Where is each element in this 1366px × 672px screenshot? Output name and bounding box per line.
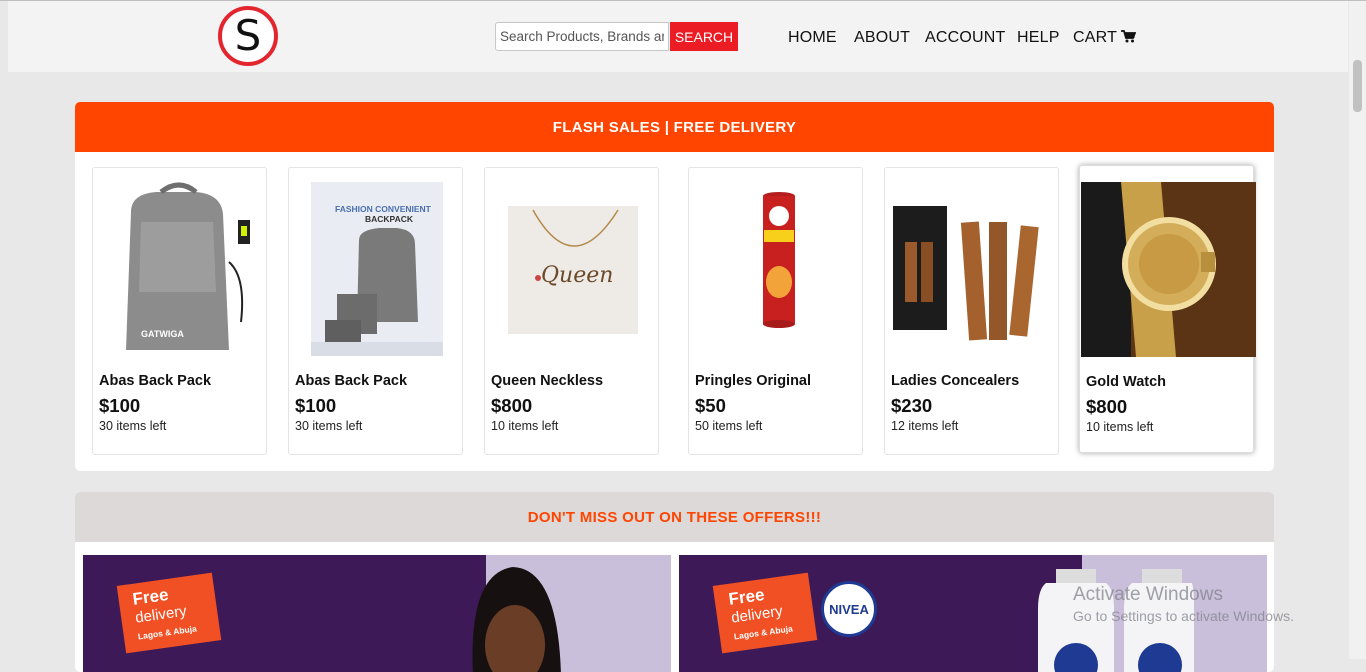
nav-cart-label: CART [1073,29,1118,46]
windows-activation-watermark: Activate Windows Go to Settings to activ… [1073,584,1294,624]
product-stock: 30 items left [99,419,167,433]
logo-letter: S [234,11,262,60]
nav-help[interactable]: HELP [1017,29,1060,47]
product-price: $50 [695,395,726,416]
nivea-logo: NIVEA [821,581,877,637]
svg-text:BACKPACK: BACKPACK [365,214,414,224]
product-stock: 12 items left [891,419,959,433]
watermark-line-2: Go to Settings to activate Windows. [1073,608,1294,624]
product-price: $100 [99,395,141,416]
product-image-backpack-set: FASHION CONVENIENT BACKPACK [297,182,456,356]
product-name: Abas Back Pack [295,373,408,389]
product-name: Ladies Concealers [891,373,1020,389]
product-name: Pringles Original [695,373,812,389]
free-delivery-tag: Free delivery Lagos & Abuja [116,572,222,654]
shopping-cart-icon [1121,30,1137,48]
free-delivery-tag: Free delivery Lagos & Abuja [712,572,818,654]
product-card[interactable]: Pringles Original $50 50 items left [688,167,863,455]
svg-text:FASHION CONVENIENT: FASHION CONVENIENT [335,204,432,214]
product-price: $100 [295,395,337,416]
product-image-pringles [697,182,856,356]
tag-line-3: Lagos & Abuja [137,623,198,642]
product-stock: 10 items left [491,419,559,433]
svg-text:Queen: Queen [541,263,613,288]
product-price: $230 [891,395,933,416]
flash-sales-title: FLASH SALES | FREE DELIVERY [75,102,1274,152]
product-image-necklace: Queen [493,182,652,356]
nivea-logo-text: NIVEA [829,601,869,617]
nav-about[interactable]: ABOUT [854,29,910,47]
product-image-gold-watch [1081,182,1256,357]
product-image-concealers [893,182,1052,356]
search-button[interactable]: SEARCH [670,22,738,51]
offers-title: DON'T MISS OUT ON THESE OFFERS!!! [75,492,1274,542]
model-photo [472,567,561,672]
site-header: S SEARCH HOME ABOUT ACCOUNT HELP CART [8,1,1348,72]
nav-account[interactable]: ACCOUNT [925,29,1006,47]
product-card[interactable]: FASHION CONVENIENT BACKPACK Abas Back Pa… [288,167,463,455]
product-name: Queen Neckless [491,373,604,389]
scrollbar-thumb[interactable] [1353,60,1362,112]
product-price: $800 [1086,396,1128,417]
product-stock: 10 items left [1086,420,1154,434]
product-card[interactable]: Queen Queen Neckless $800 10 items left [484,167,659,455]
product-price: $800 [491,395,533,416]
product-card[interactable]: Gold Watch $800 10 items left [1079,165,1256,453]
product-stock: 30 items left [295,419,363,433]
flash-sales-section: FLASH SALES | FREE DELIVERY GATWIGA Abas… [75,102,1274,471]
nav-cart[interactable]: CART [1073,29,1137,48]
nav-home[interactable]: HOME [788,29,837,47]
product-name: Gold Watch [1086,374,1167,390]
svg-text:GATWIGA: GATWIGA [141,329,184,339]
product-card[interactable]: Ladies Concealers $230 12 items left [884,167,1059,455]
product-card[interactable]: GATWIGA Abas Back Pack $100 30 items lef… [92,167,267,455]
product-name: Abas Back Pack [99,373,212,389]
product-stock: 50 items left [695,419,763,433]
site-logo[interactable]: S [218,6,278,66]
offer-banner[interactable]: Free delivery Lagos & Abuja [83,555,671,672]
tag-line-3: Lagos & Abuja [733,623,794,642]
search-input[interactable] [495,22,669,51]
offers-section: DON'T MISS OUT ON THESE OFFERS!!! Free d… [75,492,1274,672]
watermark-line-1: Activate Windows [1073,584,1223,605]
product-image-backpack: GATWIGA [101,182,260,356]
